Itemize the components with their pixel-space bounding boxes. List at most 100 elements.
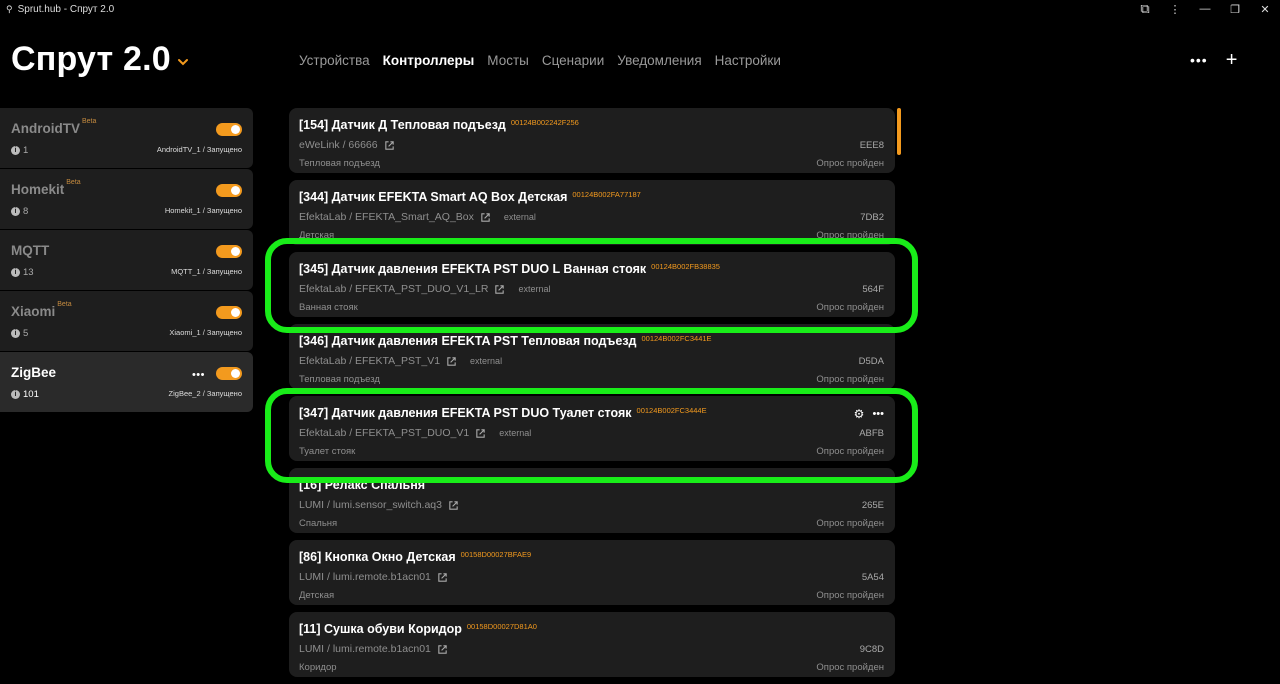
controller-toggle[interactable] xyxy=(216,306,242,319)
device-room: Детская xyxy=(299,590,335,601)
controllers-sidebar: AndroidTV Beta i1 AndroidTV_1 / Запущено … xyxy=(0,108,253,413)
controller-status: AndroidTV_1 / Запущено xyxy=(156,145,242,154)
device-model: EfektaLab / EFEKTA_PST_V1 external xyxy=(299,355,503,367)
device-model: LUMI / lumi.remote.b1acn01 xyxy=(299,643,448,655)
highlight-outline xyxy=(265,388,918,483)
list-scrollbar[interactable] xyxy=(897,108,901,155)
tab-scenarios[interactable]: Сценарии xyxy=(542,53,604,68)
controller-more-button[interactable]: ••• xyxy=(192,369,205,381)
device-poll-status: Опрос пройден xyxy=(816,374,884,385)
controller-toggle[interactable] xyxy=(216,123,242,136)
device-ieee: 00124B002FC3441E xyxy=(641,334,712,343)
external-link-icon[interactable] xyxy=(437,644,448,655)
device-count: i 101 xyxy=(11,389,39,400)
device-ieee: 00124B002FA77187 xyxy=(572,190,641,199)
device-title: [346] Датчик давления EFEKTA PST Теплова… xyxy=(299,334,712,348)
info-icon: i xyxy=(11,146,20,155)
header-more-button[interactable]: ••• xyxy=(1190,52,1208,68)
device-short-address: D5DA xyxy=(858,356,884,367)
highlight-outline xyxy=(265,238,918,333)
controller-name: AndroidTV Beta xyxy=(11,118,97,136)
device-model: eWeLink / 66666 xyxy=(299,139,395,151)
sidebar-item-androidtv[interactable]: AndroidTV Beta i1 AndroidTV_1 / Запущено xyxy=(0,108,253,168)
external-link-icon[interactable] xyxy=(384,140,395,151)
add-button[interactable]: + xyxy=(1226,50,1238,70)
device-card[interactable]: [11] Сушка обуви Коридор 00158D00027D81A0… xyxy=(289,612,895,677)
minimize-button[interactable]: — xyxy=(1190,3,1220,15)
device-short-address: 265E xyxy=(861,500,884,511)
restore-button[interactable]: ❐ xyxy=(1220,3,1250,16)
controller-status: MQTT_1 / Запущено xyxy=(171,267,242,276)
external-link-icon[interactable] xyxy=(448,500,459,511)
controller-name: MQTT xyxy=(11,243,50,258)
controller-toggle[interactable] xyxy=(216,245,242,258)
external-link-icon[interactable] xyxy=(446,356,457,367)
close-button[interactable]: ✕ xyxy=(1250,3,1280,16)
brand-selector[interactable]: Спрут 2.0 xyxy=(11,40,189,79)
device-ieee: 00158D00027BFAE9 xyxy=(460,550,532,559)
info-icon: i xyxy=(11,329,20,338)
device-room: Тепловая подъезд xyxy=(299,158,380,169)
device-model: EfektaLab / EFEKTA_Smart_AQ_Box external xyxy=(299,211,536,223)
device-ieee: 00158D00027D81A0 xyxy=(466,622,537,631)
app-icon: ⚲ xyxy=(6,3,13,14)
tab-devices[interactable]: Устройства xyxy=(299,53,370,68)
device-tag: external xyxy=(503,212,536,222)
device-room: Тепловая подъезд xyxy=(299,374,380,385)
device-title: [86] Кнопка Окно Детская 00158D00027BFAE9 xyxy=(299,550,532,564)
controller-status: ZigBee_2 / Запущено xyxy=(168,389,242,398)
tab-settings[interactable]: Настройки xyxy=(715,53,781,68)
controller-status: Homekit_1 / Запущено xyxy=(164,206,242,215)
info-icon: i xyxy=(11,268,20,277)
controller-status: Xiaomi_1 / Запущено xyxy=(169,328,242,337)
device-tag: external xyxy=(470,356,503,366)
external-link-icon[interactable] xyxy=(480,212,491,223)
controller-name: Homekit Beta xyxy=(11,179,81,197)
sidebar-item-xiaomi[interactable]: Xiaomi Beta i5 Xiaomi_1 / Запущено xyxy=(0,291,253,351)
device-title: [11] Сушка обуви Коридор 00158D00027D81A0 xyxy=(299,622,537,636)
tab-notifications[interactable]: Уведомления xyxy=(617,53,701,68)
device-room: Коридор xyxy=(299,662,337,673)
beta-badge: Beta xyxy=(66,179,81,186)
sidebar-item-zigbee[interactable]: ZigBee ••• i 101 ZigBee_2 / Запущено xyxy=(0,352,253,412)
beta-badge: Beta xyxy=(57,301,72,308)
window-menu-icon[interactable]: ⋮ xyxy=(1160,3,1190,16)
controller-toggle[interactable] xyxy=(216,367,242,380)
tab-controllers[interactable]: Контроллеры xyxy=(383,53,475,68)
window-titlebar: ⚲ Sprut.hub - Спрут 2.0 ⧉ ⋮ — ❐ ✕ xyxy=(0,0,1280,18)
device-short-address: 7DB2 xyxy=(860,212,884,223)
device-short-address: 5A54 xyxy=(861,572,884,583)
device-count: i 13 xyxy=(11,267,34,278)
device-poll-status: Опрос пройден xyxy=(816,518,884,529)
device-count: i8 xyxy=(11,206,28,217)
device-poll-status: Опрос пройден xyxy=(816,158,884,169)
device-poll-status: Опрос пройден xyxy=(816,662,884,673)
device-count: i1 xyxy=(11,145,28,156)
device-model: LUMI / lumi.remote.b1acn01 xyxy=(299,571,448,583)
device-title: [154] Датчик Д Тепловая подъезд 00124B002… xyxy=(299,118,579,132)
info-icon: i xyxy=(11,207,20,216)
tab-bridges[interactable]: Мосты xyxy=(487,53,529,68)
device-short-address: 9C8D xyxy=(859,644,884,655)
device-short-address: EEE8 xyxy=(859,140,884,151)
extension-icon[interactable]: ⧉ xyxy=(1130,1,1160,17)
device-poll-status: Опрос пройден xyxy=(816,590,884,601)
device-ieee: 00124B002242F256 xyxy=(510,118,579,127)
device-card[interactable]: [86] Кнопка Окно Детская 00158D00027BFAE9… xyxy=(289,540,895,605)
app-logo: Спрут 2.0 xyxy=(11,40,171,78)
main-nav: Устройства Контроллеры Мосты Сценарии Ув… xyxy=(299,53,781,68)
device-count: i5 xyxy=(11,328,28,339)
sidebar-item-homekit[interactable]: Homekit Beta i8 Homekit_1 / Запущено xyxy=(0,169,253,229)
external-link-icon[interactable] xyxy=(437,572,448,583)
chevron-down-icon xyxy=(177,58,188,65)
sidebar-item-mqtt[interactable]: MQTT i 13 MQTT_1 / Запущено xyxy=(0,230,253,290)
device-card[interactable]: [344] Датчик EFEKTA Smart AQ Box Детская… xyxy=(289,180,895,245)
controller-toggle[interactable] xyxy=(216,184,242,197)
window-title: Sprut.hub - Спрут 2.0 xyxy=(17,3,115,15)
device-card[interactable]: [154] Датчик Д Тепловая подъезд 00124B002… xyxy=(289,108,895,173)
controller-name: ZigBee xyxy=(11,365,57,380)
device-card[interactable]: [346] Датчик давления EFEKTA PST Теплова… xyxy=(289,324,895,389)
device-room: Спальня xyxy=(299,518,338,529)
header-actions: ••• + xyxy=(1190,50,1238,70)
info-icon: i xyxy=(11,390,20,399)
